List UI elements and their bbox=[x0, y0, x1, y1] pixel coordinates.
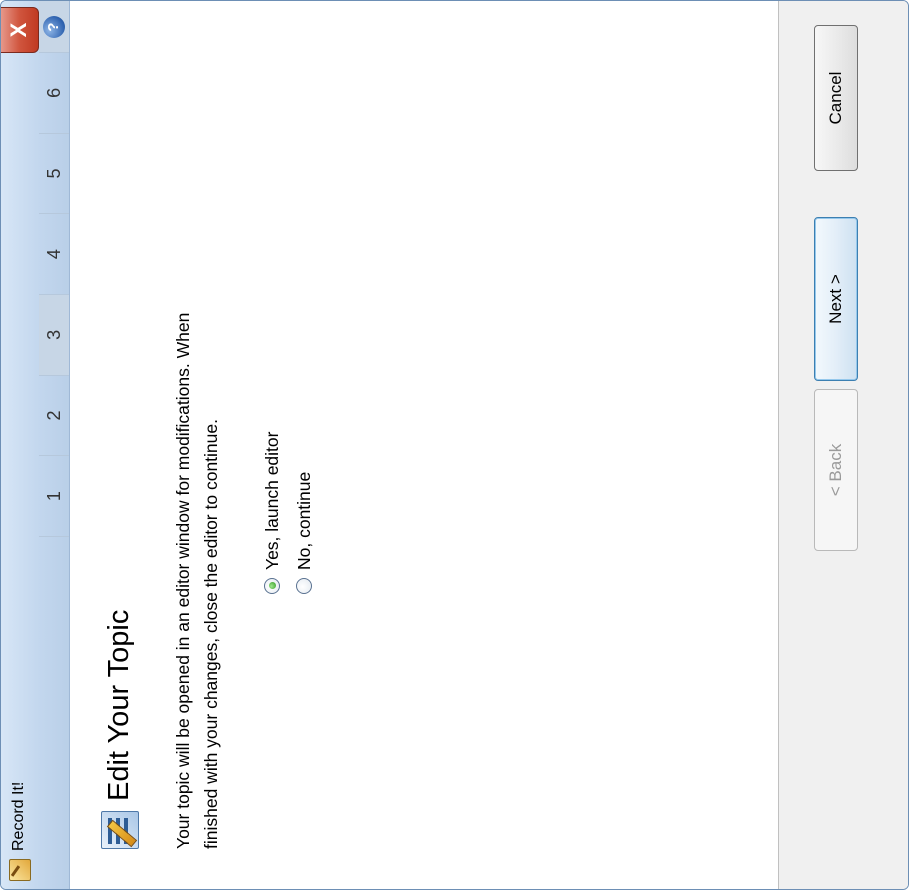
help-area: ? bbox=[39, 0, 69, 53]
edit-topic-icon bbox=[101, 811, 139, 849]
option-yes-launch-editor[interactable]: Yes, launch editor bbox=[259, 432, 285, 594]
step-2: 2 bbox=[39, 375, 69, 457]
next-button[interactable]: Next > bbox=[814, 217, 858, 381]
title-bar: Record It! X 1 2 3 4 5 6 ? bbox=[1, 0, 70, 889]
step-indicator: 1 2 3 4 5 6 bbox=[39, 52, 69, 537]
page-description: Your topic will be opened in an editor w… bbox=[173, 312, 221, 849]
help-icon[interactable]: ? bbox=[43, 16, 65, 38]
radio-no[interactable] bbox=[296, 578, 312, 594]
back-button[interactable]: < Back bbox=[814, 389, 858, 551]
option-no-label: No, continue bbox=[293, 471, 314, 570]
close-button[interactable]: X bbox=[1, 7, 39, 53]
step-5: 5 bbox=[39, 133, 69, 215]
editor-choice-group: Yes, launch editor No, continue bbox=[259, 432, 323, 594]
dialog-frame: Record It! X 1 2 3 4 5 6 ? Edit Your Top… bbox=[0, 0, 909, 890]
window-title: Record It! bbox=[10, 781, 27, 851]
cancel-button[interactable]: Cancel bbox=[814, 25, 858, 171]
option-yes-label: Yes, launch editor bbox=[261, 431, 282, 570]
option-no-continue[interactable]: No, continue bbox=[291, 432, 317, 594]
step-4: 4 bbox=[39, 214, 69, 295]
button-bar: < Back Next > Cancel bbox=[778, 1, 909, 889]
page-title: Edit Your Topic bbox=[103, 609, 135, 801]
record-it-icon bbox=[9, 859, 31, 881]
close-icon: X bbox=[6, 22, 31, 38]
step-1: 1 bbox=[39, 456, 69, 537]
step-6: 6 bbox=[39, 52, 69, 134]
step-3: 3 bbox=[39, 294, 69, 376]
record-it-dialog: Record It! X 1 2 3 4 5 6 ? Edit Your Top… bbox=[0, 0, 909, 890]
radio-yes[interactable] bbox=[264, 578, 280, 594]
